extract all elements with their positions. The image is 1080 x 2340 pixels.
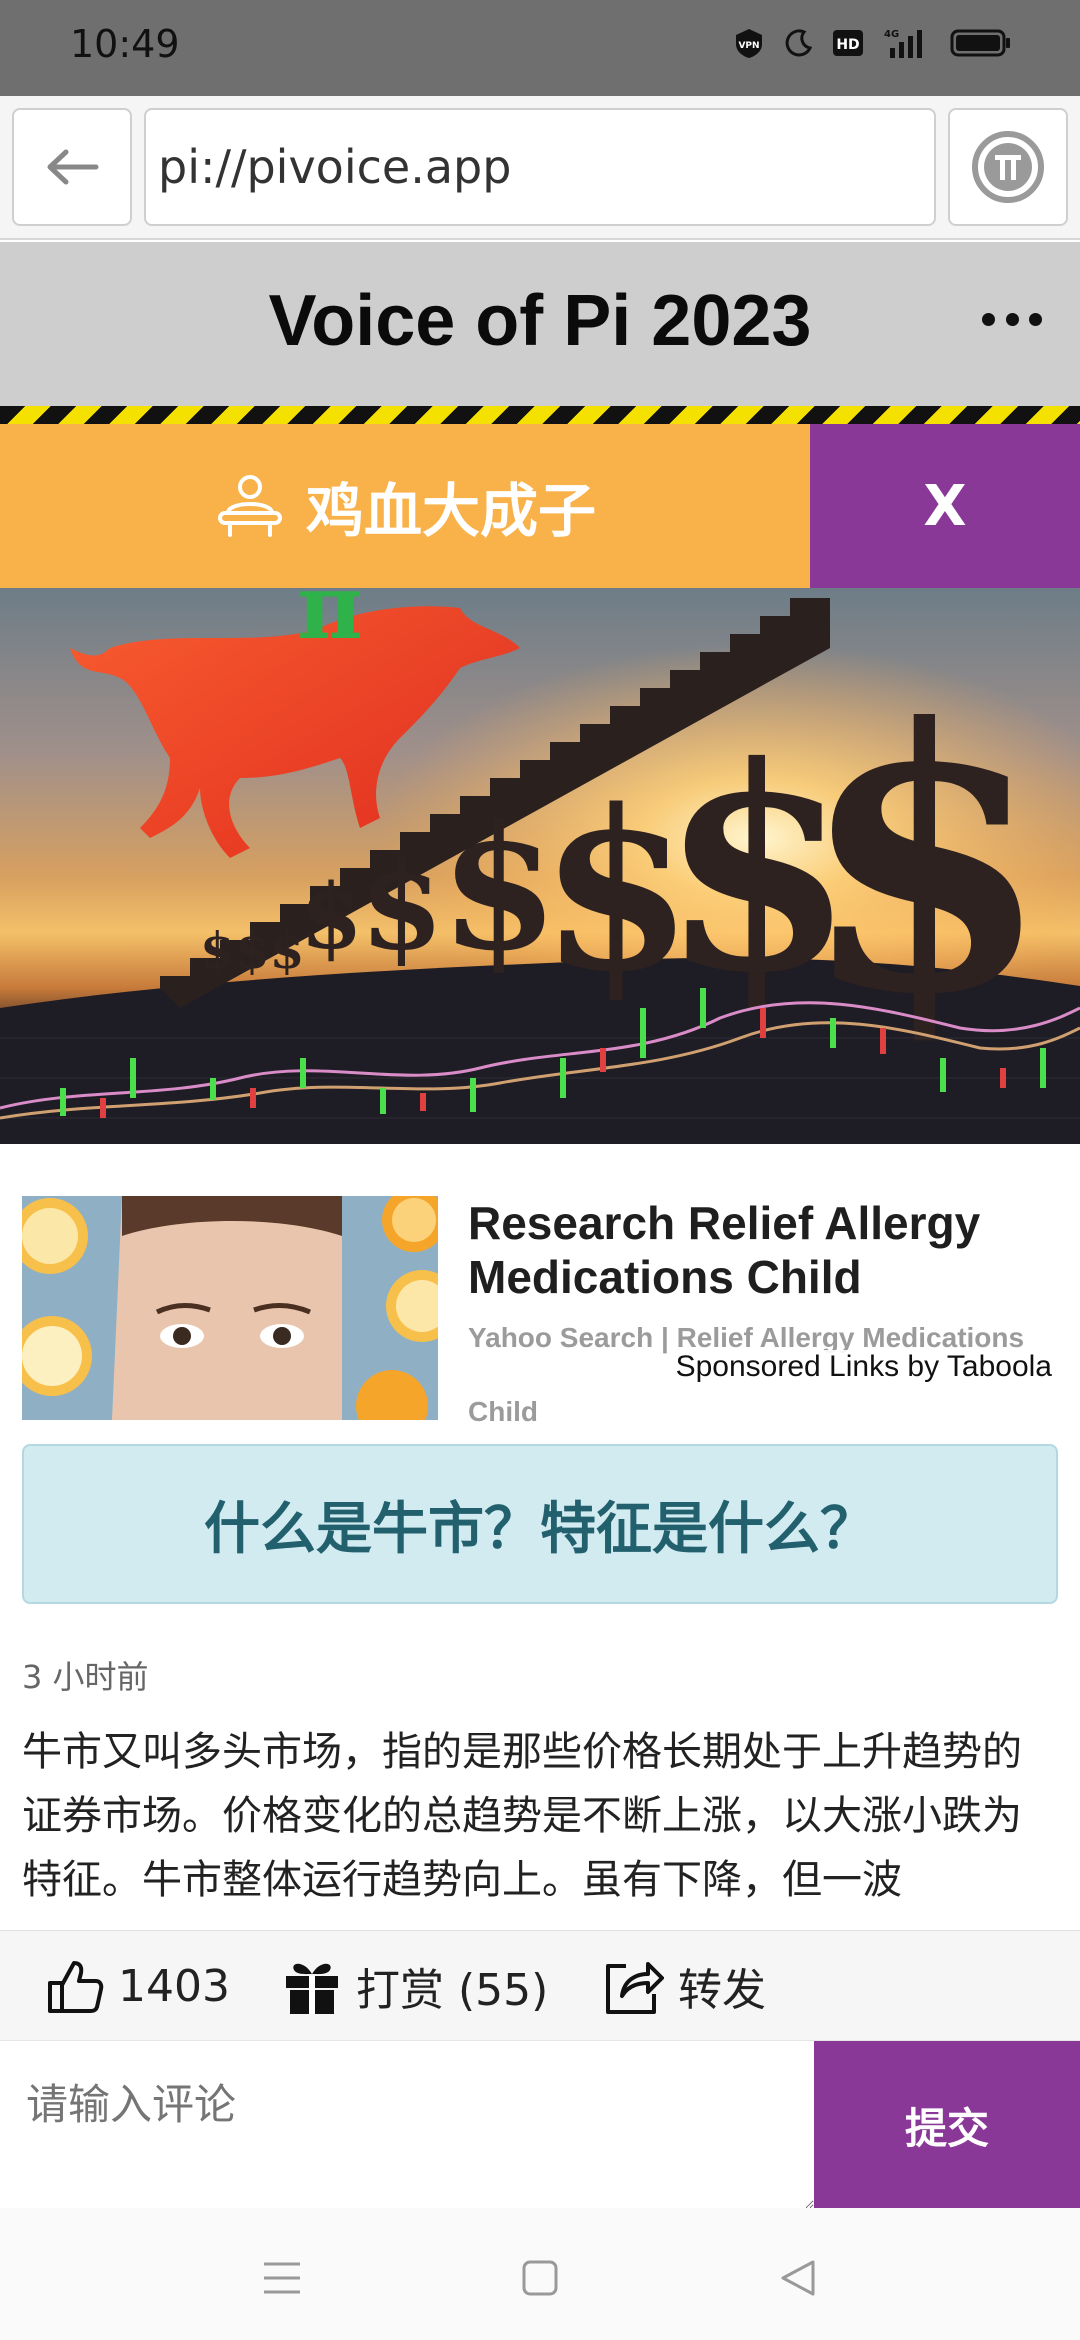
author-name: 鸡血大成子 — [305, 477, 596, 545]
more-dots-icon — [982, 312, 995, 326]
like-button[interactable]: 1403 — [46, 1931, 230, 2041]
status-time: 10:49 — [70, 22, 180, 66]
triangle-back-icon — [781, 2260, 815, 2296]
article-body: 牛市又叫多头市场，指的是那些价格长期处于上升趋势的证券市场。价格变化的总趋势是不… — [22, 1729, 1022, 1903]
system-navigation-bar — [0, 2208, 1080, 2340]
ad-thumbnail-image[interactable] — [22, 1196, 438, 1420]
menu-nav-button[interactable] — [252, 2248, 312, 2308]
arrow-left-icon — [47, 149, 99, 185]
author-banner: 鸡血大成子 X — [0, 424, 1080, 588]
svg-text:$$$: $$$ — [200, 921, 304, 980]
author-link[interactable]: 鸡血大成子 — [0, 424, 810, 588]
article-timestamp: 3 小时前 — [22, 1658, 149, 1696]
signal-4g-icon: 4G — [884, 29, 922, 58]
submit-comment-button[interactable]: 提交 — [814, 2041, 1080, 2209]
url-field[interactable]: pi://pivoice.app — [144, 108, 936, 226]
home-square-icon — [522, 2260, 558, 2296]
svg-text:VPN: VPN — [738, 41, 759, 51]
svg-text:$: $ — [300, 864, 363, 970]
share-button[interactable]: 转发 — [602, 1931, 766, 2041]
close-author-button[interactable]: X — [810, 424, 1080, 588]
article-title: 什么是牛市？特征是什么？ — [204, 1496, 876, 1562]
back-nav-button[interactable] — [768, 2248, 828, 2308]
moon-icon — [785, 29, 813, 57]
svg-text:$: $ — [800, 650, 1051, 1073]
battery-icon — [950, 29, 1010, 57]
like-count: 1403 — [118, 1960, 230, 2012]
thumbs-up-icon — [48, 1961, 104, 2013]
comment-bar: 提交 — [0, 2040, 1080, 2209]
ad-source-tail: Child — [468, 1396, 538, 1427]
author-icon — [217, 475, 282, 537]
menu-icon — [264, 2262, 300, 2294]
app-header: Voice of Pi 2023 — [0, 242, 1080, 406]
tip-button[interactable]: 打赏 (55) — [282, 1931, 548, 2041]
pi-symbol: π — [297, 588, 363, 660]
svg-text:HD: HD — [836, 37, 859, 53]
status-bar: 10:49 VPN HD 4G — [0, 0, 1080, 96]
pi-browser-button[interactable] — [948, 108, 1068, 226]
hazard-stripe-divider — [0, 406, 1080, 424]
article-title-box: 什么是牛市？特征是什么？ — [22, 1444, 1058, 1604]
ad-title[interactable]: Research Relief Allergy Medications Chil… — [468, 1196, 1058, 1304]
home-nav-button[interactable] — [510, 2248, 570, 2308]
page-title: Voice of Pi 2023 — [268, 281, 812, 361]
share-icon — [606, 1962, 664, 2014]
back-button[interactable] — [12, 108, 132, 226]
hd-icon: HD — [833, 30, 863, 56]
tip-label: 打赏 (55) — [356, 1965, 549, 2016]
ad-attribution[interactable]: Sponsored Links by Taboola — [673, 1350, 1054, 1384]
share-label: 转发 — [678, 1965, 766, 2016]
comment-input[interactable] — [0, 2041, 814, 2209]
status-icons: VPN HD 4G — [732, 26, 1012, 60]
more-options-button[interactable] — [982, 304, 1042, 334]
pi-logo-icon — [972, 131, 1044, 203]
bull-market-illustration: $$$ $ $ $ $ $ $ π — [0, 588, 1080, 1144]
browser-toolbar: pi://pivoice.app — [0, 96, 1080, 240]
sponsored-ad[interactable]: Research Relief Allergy Medications Chil… — [0, 1144, 1080, 1434]
article-action-bar: 1403 打赏 (55) 转发 — [0, 1930, 1080, 2040]
gift-icon — [286, 1963, 338, 2014]
article-hero-image: $$$ $ $ $ $ $ $ π — [0, 588, 1080, 1144]
vpn-icon: VPN — [736, 29, 762, 58]
svg-text:4G: 4G — [884, 29, 899, 40]
svg-text:$: $ — [360, 836, 444, 977]
